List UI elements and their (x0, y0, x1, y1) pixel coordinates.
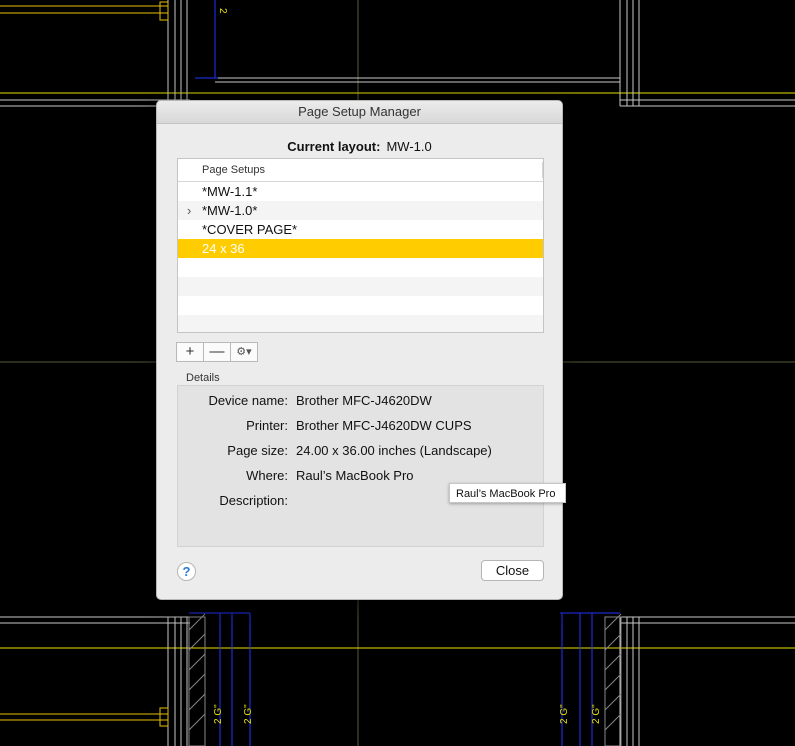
setup-name: *MW-1.0* (202, 203, 258, 218)
current-layout-label: Current layout: (287, 139, 381, 154)
setup-name: 24 x 36 (202, 241, 245, 256)
detail-label: Printer: (246, 418, 288, 433)
close-button[interactable]: Close (481, 560, 544, 581)
dimension-label: 2 G" (213, 704, 224, 724)
detail-label: Device name: (208, 393, 288, 408)
dimension-label: 2 G" (559, 704, 570, 724)
cad-hatch-bottom (188, 613, 622, 746)
table-row[interactable]: *MW-1.1* (178, 182, 543, 201)
cad-yellow-door-top (0, 1, 169, 21)
detail-label: Where: (246, 468, 288, 483)
dimension-label: 2 G" (243, 704, 254, 724)
detail-label: Page size: (227, 443, 288, 458)
cad-walls-top (0, 0, 795, 107)
detail-value: Raul’s MacBook Pro (296, 468, 414, 483)
setup-toolbar: + — ⚙▾ (176, 342, 258, 362)
setup-name: *COVER PAGE* (202, 222, 298, 237)
cad-walls-bottom (0, 616, 795, 746)
page-setup-manager-dialog: Page Setup Manager Current layout: MW-1.0… (156, 100, 563, 600)
dialog-title: Page Setup Manager (157, 101, 562, 124)
setup-name: *MW-1.1* (202, 184, 258, 199)
table-row-empty (178, 315, 543, 332)
table-row[interactable]: *COVER PAGE* (178, 220, 543, 239)
dimension-label: 2 (217, 8, 228, 14)
cad-yellow-door-bottom (0, 707, 169, 727)
remove-setup-button[interactable]: — (203, 342, 231, 362)
table-row-empty (178, 277, 543, 296)
cad-blue-dimension-top (195, 0, 218, 79)
column-header-page-setups[interactable]: Page Setups (178, 159, 543, 182)
page-setups-table[interactable]: Page Setups *MW-1.1* › *MW-1.0* *COVER PA… (177, 158, 544, 333)
disclosure-chevron-icon[interactable]: › (187, 201, 191, 220)
detail-label: Description: (219, 493, 288, 508)
cad-blue-dimension-bottom (189, 612, 620, 746)
current-layout-value: MW-1.0 (386, 139, 432, 154)
details-heading: Details (186, 372, 220, 384)
help-button[interactable]: ? (177, 562, 196, 581)
dimension-label: 2 G" (591, 704, 602, 724)
table-row-empty (178, 258, 543, 277)
where-tooltip: Raul’s MacBook Pro (449, 483, 566, 503)
gear-menu-icon[interactable]: ⚙▾ (230, 342, 258, 362)
table-row-selected[interactable]: 24 x 36 (178, 239, 543, 258)
current-layout: Current layout: MW-1.0 (157, 139, 562, 154)
detail-value: Brother MFC-J4620DW CUPS (296, 418, 472, 433)
table-row-empty (178, 296, 543, 315)
table-row[interactable]: › *MW-1.0* (178, 201, 543, 220)
add-setup-button[interactable]: + (176, 342, 204, 362)
detail-value: 24.00 x 36.00 inches (Landscape) (296, 443, 492, 458)
details-panel: Device name: Brother MFC-J4620DW Printer… (177, 385, 544, 547)
detail-value: Brother MFC-J4620DW (296, 393, 432, 408)
